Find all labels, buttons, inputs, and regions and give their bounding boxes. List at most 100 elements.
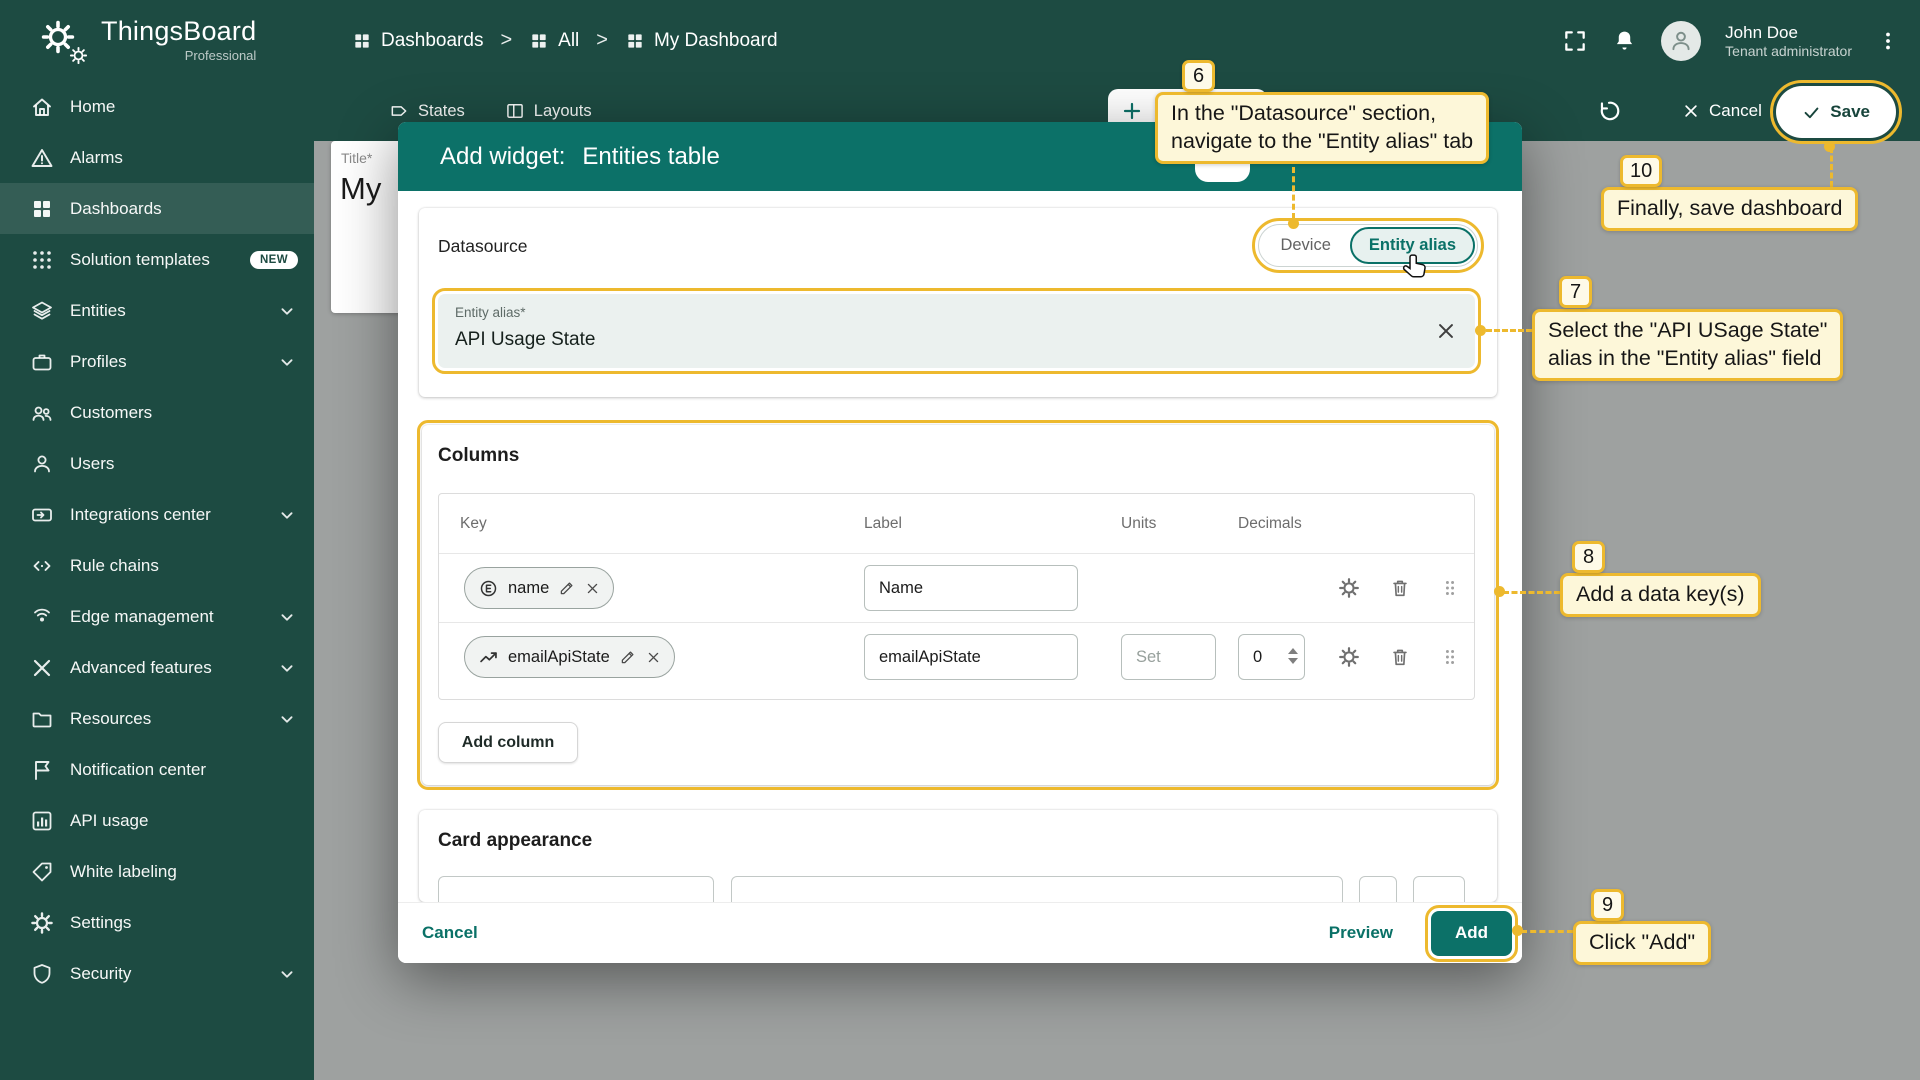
breadcrumb-my-dashboard[interactable]: My Dashboard [625,30,778,52]
sidebar-item-users[interactable]: Users [0,438,314,489]
sidebar-item-home[interactable]: Home [0,81,314,132]
sidebar-item-label: Rule chains [70,556,159,576]
states-tab[interactable]: States [389,101,465,121]
cancel-dashboard-button[interactable]: Cancel [1682,81,1762,141]
sidebar-item-label: Resources [70,709,151,729]
annotation-connector [1521,930,1573,933]
appearance-field[interactable] [731,876,1343,902]
sidebar-item-advanced-features[interactable]: Advanced features [0,642,314,693]
sidebar-item-profiles[interactable]: Profiles [0,336,314,387]
shield-icon [30,962,54,986]
entity-alias-field-value: API Usage State [455,329,595,351]
remove-key-icon[interactable] [585,581,600,596]
people-icon [30,401,54,425]
sidebar-item-resources[interactable]: Resources [0,693,314,744]
delete-key-trash-icon[interactable] [1389,646,1411,668]
dialog-footer: Cancel Preview Add [398,902,1522,963]
save-dashboard-button[interactable]: Save [1776,86,1896,138]
notifications-bell-icon[interactable] [1612,28,1637,53]
folder-icon [30,707,54,731]
home-icon [30,95,54,119]
breadcrumb: Dashboards > All > My Dashboard [352,0,778,81]
avatar[interactable] [1661,21,1701,61]
data-key-chip-emailapistate[interactable]: emailApiState [464,636,675,678]
sidebar-nav: Home Alarms Dashboards Solution template… [0,81,314,999]
add-column-button[interactable]: Add column [438,722,578,763]
breadcrumb-all[interactable]: All [529,30,579,52]
edit-pencil-icon[interactable] [619,648,637,666]
annotation-step-badge: 10 [1620,155,1662,187]
timeseries-trend-icon [478,647,499,668]
column-header-decimals: Decimals [1238,494,1302,553]
sidebar-item-entities[interactable]: Entities [0,285,314,336]
annotation-connector [1830,147,1833,187]
person-icon [30,452,54,476]
tools-icon [30,656,54,680]
entity-alias-field[interactable]: Entity alias* API Usage State [438,294,1475,368]
check-icon [1802,103,1821,122]
sidebar-item-label: Settings [70,913,131,933]
thingsboard-app: ThingsBoard Professional Home Alarms Das… [0,0,1920,1080]
sidebar-item-alarms[interactable]: Alarms [0,132,314,183]
delete-key-trash-icon[interactable] [1389,577,1411,599]
chart-box-icon [30,809,54,833]
sidebar-item-edge-management[interactable]: Edge management [0,591,314,642]
edge-antenna-icon [30,605,54,629]
brand-tier: Professional [101,48,256,63]
sidebar-item-solution-templates[interactable]: Solution templates NEW [0,234,314,285]
user-info[interactable]: John Doe Tenant administrator [1725,22,1852,59]
sidebar-item-security[interactable]: Security [0,948,314,999]
sidebar-item-customers[interactable]: Customers [0,387,314,438]
decimals-stepper[interactable]: 0 [1238,634,1305,680]
fullscreen-icon[interactable] [1562,28,1588,54]
annotation-connector [1292,167,1295,219]
appearance-field[interactable] [1359,876,1397,902]
sidebar-item-label: White labeling [70,862,177,882]
breadcrumb-dashboards[interactable]: Dashboards [352,30,483,52]
sidebar-item-settings[interactable]: Settings [0,897,314,948]
columns-section: Columns Key Label Units Decimals name [422,425,1494,785]
annotation-target-dot [1475,325,1486,336]
thingsboard-logo-icon [40,17,88,65]
drag-handle-icon[interactable] [1439,646,1461,668]
add-widget-confirm-button[interactable]: Add [1431,911,1512,956]
kebab-menu-icon[interactable] [1876,29,1900,53]
chevron-down-icon [276,300,298,322]
sidebar-item-label: Customers [70,403,152,423]
key-settings-gear-icon[interactable] [1338,646,1360,668]
plus-icon [1120,99,1144,123]
remove-key-icon[interactable] [646,650,661,665]
sidebar-item-notification-center[interactable]: Notification center [0,744,314,795]
preview-button[interactable]: Preview [1329,923,1393,943]
sidebar-item-api-usage[interactable]: API usage [0,795,314,846]
annotation-connector [1486,329,1532,332]
device-tab[interactable]: Device [1261,227,1349,264]
data-key-chip-name[interactable]: name [464,567,614,609]
edit-pencil-icon[interactable] [558,579,576,597]
appearance-field[interactable] [438,876,714,902]
drag-handle-icon[interactable] [1439,577,1461,599]
stepper-up-icon[interactable] [1288,648,1298,654]
annotation-callout: Click "Add" [1573,921,1711,965]
layouts-tab[interactable]: Layouts [505,101,592,121]
key-settings-gear-icon[interactable] [1338,577,1360,599]
app-logo[interactable]: ThingsBoard Professional [0,0,314,81]
dialog-cancel-button[interactable]: Cancel [422,923,478,943]
sidebar-item-label: Users [70,454,114,474]
sidebar-item-label: Advanced features [70,658,212,678]
sidebar-item-integrations-center[interactable]: Integrations center [0,489,314,540]
sidebar-item-white-labeling[interactable]: White labeling [0,846,314,897]
clear-alias-icon[interactable] [1435,320,1457,342]
sidebar-item-dashboards[interactable]: Dashboards [0,183,314,234]
history-icon[interactable] [1596,98,1622,124]
sidebar-item-rule-chains[interactable]: Rule chains [0,540,314,591]
new-badge: NEW [250,251,298,269]
stepper-down-icon[interactable] [1288,658,1298,664]
annotation-step-badge: 9 [1591,889,1624,921]
dialog-body: Datasource Device Entity alias Entity al… [398,191,1522,902]
units-input[interactable]: Set [1121,634,1216,680]
briefcase-icon [30,350,54,374]
label-input[interactable]: Name [864,565,1078,611]
appearance-field[interactable] [1413,876,1465,902]
label-input[interactable]: emailApiState [864,634,1078,680]
